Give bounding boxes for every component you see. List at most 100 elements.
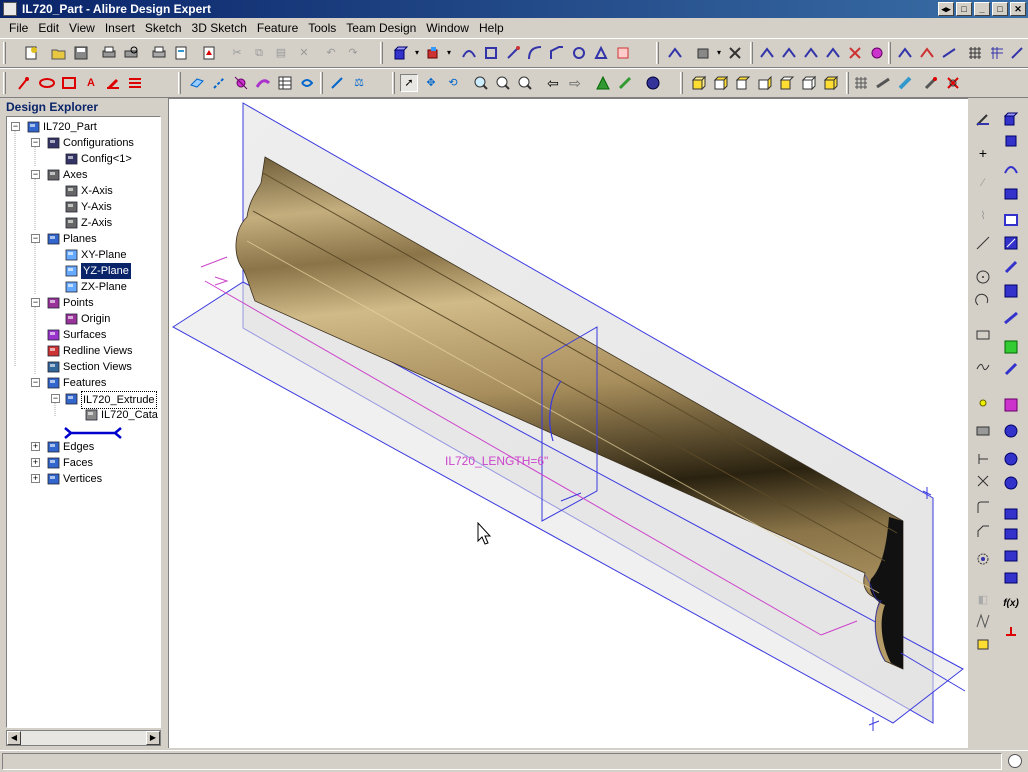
- extrude-cut-icon[interactable]: [1002, 210, 1020, 228]
- print-icon[interactable]: [100, 44, 118, 62]
- tree-node[interactable]: − Points: [7, 295, 160, 311]
- sheetmetal-icon[interactable]: [780, 44, 798, 62]
- pattern-feature-icon[interactable]: [1002, 450, 1020, 468]
- menu-window[interactable]: Window: [421, 18, 474, 38]
- view-orient-icon[interactable]: [594, 74, 612, 92]
- menu-3d-sketch[interactable]: 3D Sketch: [187, 18, 252, 38]
- redo-icon[interactable]: ↷: [344, 44, 362, 62]
- plane-icon[interactable]: [188, 74, 206, 92]
- collapse-icon[interactable]: −: [31, 138, 40, 147]
- arc-icon[interactable]: [974, 268, 992, 286]
- select-arrow-icon[interactable]: ➚: [400, 74, 418, 92]
- mirror-feature-icon[interactable]: [1002, 474, 1020, 492]
- toolbar-grip-9[interactable]: [392, 72, 395, 94]
- tree-node[interactable]: Y-Axis: [7, 199, 160, 215]
- measure-mass-icon[interactable]: [940, 44, 958, 62]
- tree-node[interactable]: Config<1>: [7, 151, 160, 167]
- point-icon[interactable]: +: [974, 144, 992, 162]
- sketch-circle-icon[interactable]: [38, 74, 56, 92]
- revolve-cut-icon[interactable]: [1002, 234, 1020, 252]
- cube-front-icon[interactable]: [690, 74, 708, 92]
- shaded-icon[interactable]: [896, 74, 914, 92]
- collapse-icon[interactable]: −: [11, 122, 20, 131]
- wireframe-icon[interactable]: [852, 74, 870, 92]
- axis-icon[interactable]: [210, 74, 228, 92]
- menu-tools[interactable]: Tools: [303, 18, 341, 38]
- point-icon[interactable]: [232, 74, 250, 92]
- cube-right-icon[interactable]: [800, 74, 818, 92]
- split-feature-icon[interactable]: [1002, 504, 1020, 522]
- offset-icon[interactable]: [974, 550, 992, 568]
- menu-insert[interactable]: Insert: [100, 18, 140, 38]
- restore-icon[interactable]: ◂▸: [938, 2, 954, 16]
- ref-point-icon[interactable]: [868, 44, 886, 62]
- ref-plane-feature-icon[interactable]: [1002, 568, 1020, 586]
- boolean-icon[interactable]: [758, 44, 776, 62]
- snap-icon[interactable]: [988, 44, 1006, 62]
- open-icon[interactable]: [50, 44, 68, 62]
- sketch-line-icon[interactable]: [16, 74, 34, 92]
- render-icon[interactable]: [644, 74, 662, 92]
- close-icon[interactable]: ✕: [1010, 2, 1026, 16]
- expand-icon[interactable]: +: [31, 442, 40, 451]
- tree-node[interactable]: Redline Views: [7, 343, 160, 359]
- menu-help[interactable]: Help: [474, 18, 509, 38]
- boolean-feature-icon[interactable]: [1002, 546, 1020, 564]
- collapse-icon[interactable]: −: [31, 234, 40, 243]
- tree-node[interactable]: XY-Plane: [7, 247, 160, 263]
- line-icon[interactable]: ⁄: [974, 174, 992, 192]
- sweep-cut-icon[interactable]: [1002, 258, 1020, 276]
- chamfer-sketch-icon[interactable]: [974, 612, 992, 630]
- balance-icon[interactable]: ⚖: [350, 74, 368, 92]
- split-icon[interactable]: [726, 44, 744, 62]
- print-preview-icon[interactable]: [122, 44, 140, 62]
- paste-icon[interactable]: ▤: [272, 44, 290, 62]
- mirror-icon[interactable]: [614, 44, 632, 62]
- grid-icon[interactable]: [966, 44, 984, 62]
- chamfer-feature-icon[interactable]: [1002, 360, 1020, 378]
- measure-distance-icon[interactable]: [896, 44, 914, 62]
- measure-icon[interactable]: [328, 74, 346, 92]
- pan-icon[interactable]: ✥: [422, 74, 440, 92]
- loft-cut-icon[interactable]: [1002, 282, 1020, 300]
- model-scene[interactable]: IL720_LENGTH=6": [169, 99, 968, 748]
- tree-node[interactable]: [7, 423, 160, 439]
- sheetmetal-feature-icon[interactable]: [1002, 622, 1020, 640]
- tree-node[interactable]: + Edges: [7, 439, 160, 455]
- collapse-icon[interactable]: −: [31, 298, 40, 307]
- toolbar-grip-8[interactable]: [320, 72, 323, 94]
- tree-node[interactable]: + Vertices: [7, 471, 160, 487]
- fillet-sketch-icon[interactable]: [974, 522, 992, 540]
- mirror-sketch-icon[interactable]: ◧: [974, 590, 992, 608]
- scroll-left-icon[interactable]: ◀: [7, 731, 21, 745]
- tree-node[interactable]: − Planes: [7, 231, 160, 247]
- construction-point-icon[interactable]: [974, 394, 992, 412]
- loft-boss-icon[interactable]: [1002, 184, 1020, 202]
- cube-left-icon[interactable]: [778, 74, 796, 92]
- copy-icon[interactable]: ⧉: [250, 44, 268, 62]
- sweep-boss-icon[interactable]: [1002, 160, 1020, 178]
- sweep-icon[interactable]: [460, 44, 478, 62]
- maximize-icon[interactable]: □: [992, 2, 1008, 16]
- toolbar-grip-10[interactable]: [680, 72, 683, 94]
- cube-iso-icon[interactable]: [822, 74, 840, 92]
- cube-top-icon[interactable]: [734, 74, 752, 92]
- measure-angle-icon[interactable]: [918, 44, 936, 62]
- circle-icon-2[interactable]: [974, 234, 992, 252]
- zoom-in-icon[interactable]: [472, 74, 490, 92]
- zoom-all-icon[interactable]: [516, 74, 534, 92]
- shell-feature-icon[interactable]: [1002, 396, 1020, 414]
- expand-icon[interactable]: +: [31, 458, 40, 467]
- 3d-viewport[interactable]: IL720_LENGTH=6": [168, 98, 968, 748]
- tree-node[interactable]: YZ-Plane: [7, 263, 160, 279]
- hole-icon[interactable]: [570, 44, 588, 62]
- menu-team-design[interactable]: Team Design: [341, 18, 421, 38]
- menu-feature[interactable]: Feature: [252, 18, 303, 38]
- toolbar-grip-5[interactable]: [888, 42, 891, 64]
- expand-icon[interactable]: +: [31, 474, 40, 483]
- view-normal-icon[interactable]: [616, 74, 634, 92]
- hole-feature-icon[interactable]: [1002, 310, 1020, 328]
- sketch-list-icon[interactable]: [126, 74, 144, 92]
- clip-icon[interactable]: [944, 74, 962, 92]
- horizontal-scrollbar[interactable]: ◀ ▶: [6, 730, 161, 746]
